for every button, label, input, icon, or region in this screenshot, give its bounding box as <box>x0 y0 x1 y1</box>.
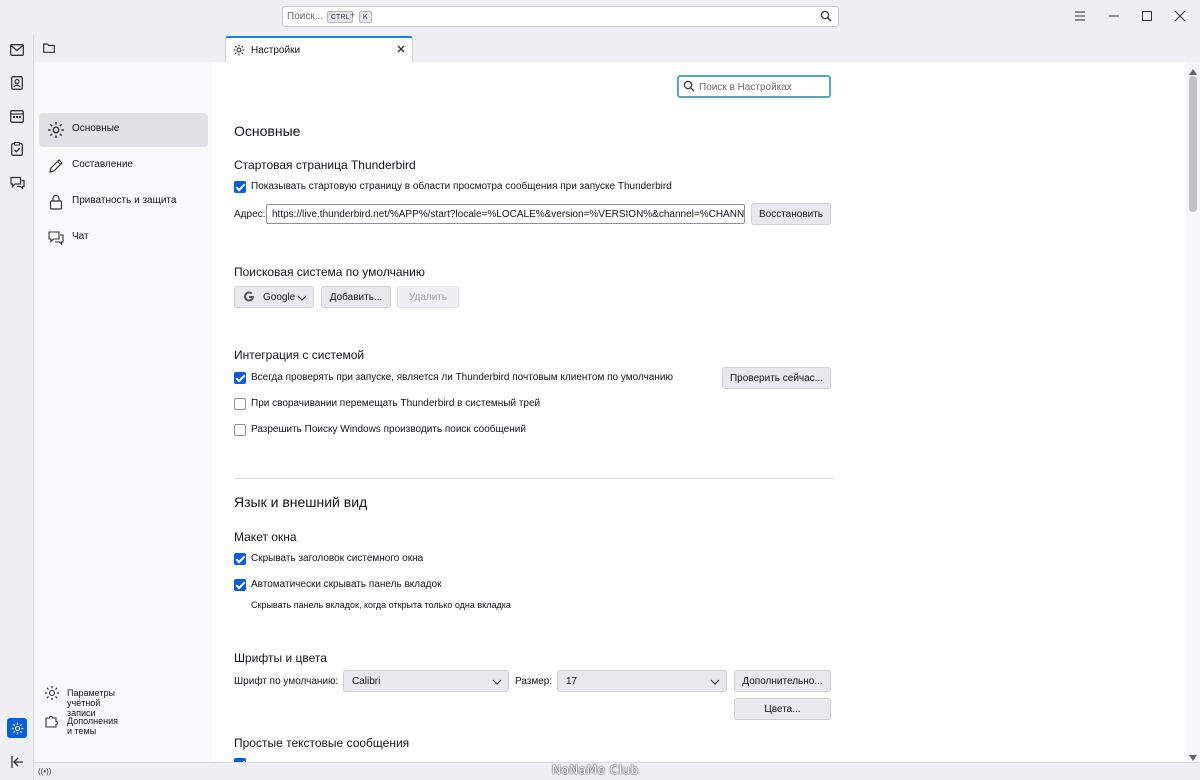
hide-titlebar-label: Скрывать заголовок системного окна <box>251 553 424 564</box>
search-icon[interactable] <box>820 10 832 25</box>
close-window-icon[interactable] <box>1172 8 1188 24</box>
folder-icon[interactable] <box>43 42 55 56</box>
chat-icon[interactable] <box>7 172 27 192</box>
mail-icon[interactable] <box>7 40 27 60</box>
maximize-icon[interactable] <box>1139 8 1155 24</box>
autohide-tabs-label: Автоматически скрывать панель вкладок <box>251 579 442 590</box>
start-page-url-value: https://live.thunderbird.net/%APP%/start… <box>272 209 745 220</box>
scrollbar[interactable] <box>1186 62 1200 762</box>
collapse-toolbar-icon[interactable] <box>7 752 27 772</box>
lock-icon <box>47 193 65 211</box>
start-page-title: Стартовая страница Thunderbird <box>234 158 416 172</box>
online-status-icon[interactable]: ((•)) <box>38 767 51 776</box>
puzzle-icon <box>44 713 60 729</box>
addons-label: Дополнения и темы <box>67 716 118 736</box>
category-compose-label: Составление <box>72 159 133 170</box>
default-font-select[interactable]: Calibri <box>343 670 509 692</box>
category-compose[interactable]: Составление <box>39 149 208 183</box>
chevron-down-icon <box>492 676 502 690</box>
font-size-label: Размер: <box>515 676 553 687</box>
status-bar: ((•)) NoNaMe Club <box>34 762 1200 780</box>
category-general-label: Основные <box>72 123 120 134</box>
general-heading: Основные <box>234 123 301 139</box>
app-menu-icon[interactable] <box>1072 8 1088 24</box>
category-general[interactable]: Основные <box>39 113 208 147</box>
title-bar: Поиск... CTRL + K <box>0 0 1200 34</box>
checkbox-unchecked[interactable] <box>234 398 246 410</box>
pencil-icon <box>47 157 65 175</box>
chat-icon <box>47 229 65 247</box>
default-client-label: Всегда проверять при запуске, является л… <box>251 372 673 383</box>
address-label: Адрес: <box>234 209 266 220</box>
tab-label: Настройки <box>251 45 301 56</box>
search-icon <box>683 80 695 95</box>
preferences-search-input[interactable] <box>699 80 827 94</box>
watermark-text: NoNaMe Club <box>552 763 639 777</box>
settings-space-gear-icon[interactable] <box>7 718 27 738</box>
global-search-placeholder: Поиск... <box>287 11 324 22</box>
check-now-button[interactable]: Проверить сейчас... <box>722 367 831 389</box>
google-icon <box>243 291 255 306</box>
start-page-url-field[interactable]: https://live.thunderbird.net/%APP%/start… <box>266 204 745 224</box>
settings-content: Основные Составление Приватность и защит… <box>34 62 1200 770</box>
search-engine-value: Google <box>263 292 296 303</box>
window-layout-title: Макет окна <box>234 530 297 544</box>
restore-default-button[interactable]: Восстановить <box>751 203 831 225</box>
fonts-colors-title: Шрифты и цвета <box>234 651 327 665</box>
default-font-value: Calibri <box>352 676 381 687</box>
search-engine-select[interactable]: Google <box>234 286 314 308</box>
chevron-down-icon <box>710 676 720 690</box>
spaces-toolbar <box>0 34 34 780</box>
autohide-tabs-hint: Скрывать панель вкладок, когда открыта т… <box>251 600 511 610</box>
category-privacy-label: Приватность и защита <box>72 195 177 206</box>
scrollbar-thumb[interactable] <box>1189 76 1197 212</box>
category-privacy[interactable]: Приватность и защита <box>39 185 208 219</box>
remove-search-engine-button[interactable]: Удалить <box>397 286 459 308</box>
default-font-label: Шрифт по умолчанию: <box>234 676 339 687</box>
checkbox-checked[interactable] <box>234 579 246 591</box>
address-book-icon[interactable] <box>7 73 27 93</box>
gear-icon <box>233 44 245 59</box>
gear-icon <box>44 685 60 701</box>
global-search-box[interactable]: Поиск... CTRL + K <box>282 6 839 27</box>
add-search-engine-button[interactable]: Добавить... <box>321 286 391 308</box>
calendar-icon[interactable] <box>7 106 27 126</box>
font-size-select[interactable]: 17 <box>557 670 727 692</box>
category-chat[interactable]: Чат <box>39 221 208 255</box>
font-size-value: 17 <box>566 676 578 687</box>
checkbox-checked[interactable] <box>234 553 246 565</box>
tasks-icon[interactable] <box>7 139 27 159</box>
minimize-to-tray-label: При сворачивании перемещать Thunderbird … <box>251 398 541 409</box>
preferences-search-box[interactable] <box>677 75 831 98</box>
checkbox-checked[interactable] <box>234 372 246 384</box>
category-chat-label: Чат <box>72 231 89 242</box>
categories-sidebar: Основные Составление Приватность и защит… <box>34 62 212 762</box>
tab-strip: Настройки <box>34 34 1200 62</box>
plain-text-title: Простые текстовые сообщения <box>234 736 410 750</box>
preferences-pane: Основные Стартовая страница Thunderbird … <box>212 62 1186 770</box>
shortcut-plus: + <box>350 10 356 20</box>
colors-button[interactable]: Цвета... <box>734 698 831 720</box>
integration-title: Интеграция с системой <box>234 348 365 362</box>
search-engine-title: Поисковая система по умолчанию <box>234 265 425 279</box>
section-divider <box>234 478 834 479</box>
gear-icon <box>47 121 65 139</box>
checkbox-unchecked[interactable] <box>234 424 246 436</box>
chevron-down-icon <box>297 292 307 306</box>
minimize-icon[interactable] <box>1106 8 1122 24</box>
show-start-page-label: Показывать стартовую страницу в области … <box>251 181 672 192</box>
thunderbird-window: Поиск... CTRL + K Настройки Основные Сос… <box>0 0 1200 780</box>
appearance-heading: Язык и внешний вид <box>234 494 368 510</box>
account-settings-label: Параметры учётной записи <box>67 688 115 718</box>
close-tab-icon[interactable] <box>395 43 407 55</box>
shortcut-key-k: K <box>359 11 372 23</box>
tab-settings[interactable]: Настройки <box>225 36 413 62</box>
windows-search-label: Разрешить Поиску Windows производить пои… <box>251 424 526 435</box>
checkbox-checked[interactable] <box>234 181 246 193</box>
advanced-fonts-button[interactable]: Дополнительно... <box>734 670 831 692</box>
